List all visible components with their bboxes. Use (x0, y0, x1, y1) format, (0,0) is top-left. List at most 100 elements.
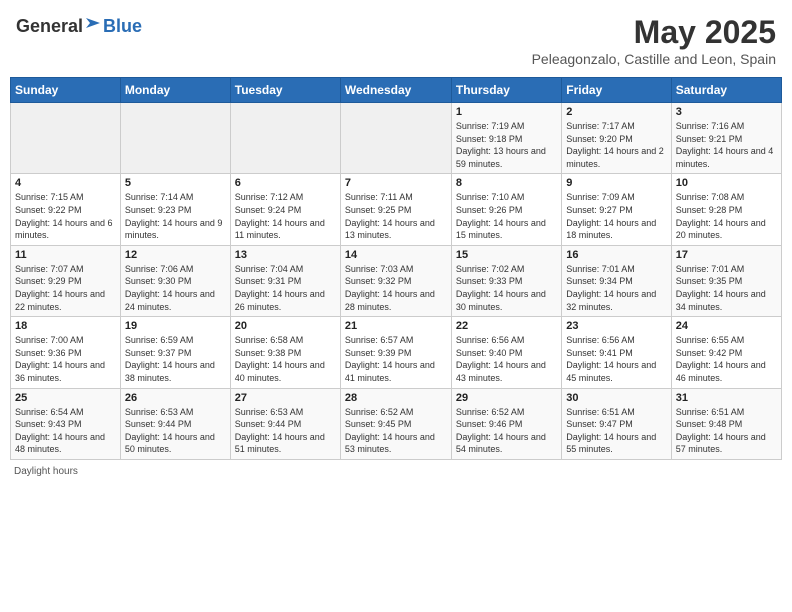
day-number: 6 (235, 177, 336, 189)
calendar-week-row: 1Sunrise: 7:19 AM Sunset: 9:18 PM Daylig… (11, 103, 782, 174)
day-info: Sunrise: 7:08 AM Sunset: 9:28 PM Dayligh… (676, 191, 777, 241)
day-number: 12 (125, 249, 226, 261)
calendar-cell: 26Sunrise: 6:53 AM Sunset: 9:44 PM Dayli… (120, 388, 230, 459)
calendar-day-header: Thursday (451, 78, 561, 103)
calendar-week-row: 4Sunrise: 7:15 AM Sunset: 9:22 PM Daylig… (11, 174, 782, 245)
day-number: 8 (456, 177, 557, 189)
calendar-cell: 31 Sunrise: 6:51 AM Sunset: 9:48 PM Dayli… (671, 388, 781, 459)
day-info: Sunrise: 7:14 AM Sunset: 9:23 PM Dayligh… (125, 191, 226, 241)
day-info: Sunrise: 7:11 AM Sunset: 9:25 PM Dayligh… (345, 191, 447, 241)
calendar-cell: 25 Sunrise: 6:54 AM Sunset: 9:43 PM Dayli… (11, 388, 121, 459)
calendar-cell: 10 Sunrise: 7:08 AM Sunset: 9:28 PM Dayli… (671, 174, 781, 245)
day-number: 9 (566, 177, 666, 189)
day-number: 15 (456, 249, 557, 261)
day-info: Sunrise: 7:10 AM Sunset: 9:26 PM Dayligh… (456, 191, 557, 241)
day-info: Sunrise: 7:07 AM Sunset: 9:29 PM Dayligh… (15, 263, 116, 313)
daylight-label: Daylight hours (14, 466, 78, 477)
logo-blue-text: Blue (103, 16, 142, 37)
day-number: 10 (676, 177, 777, 189)
day-info: Sunrise: 7:12 AM Sunset: 9:24 PM Dayligh… (235, 191, 336, 241)
day-info: Sunrise: 7:01 AM Sunset: 9:35 PM Dayligh… (676, 263, 777, 313)
day-info: Sunrise: 6:56 AM Sunset: 9:41 PM Dayligh… (566, 334, 666, 384)
calendar-cell (340, 103, 451, 174)
calendar-header-row: SundayMondayTuesdayWednesdayThursdayFrid… (11, 78, 782, 103)
page-container: General Blue May 2025 Peleagonzalo, Cast… (10, 10, 782, 477)
calendar-cell: 18Sunrise: 7:00 AM Sunset: 9:36 PM Dayli… (11, 317, 121, 388)
calendar-day-header: Monday (120, 78, 230, 103)
day-number: 3 (676, 106, 777, 118)
day-number: 13 (235, 249, 336, 261)
location-subtitle: Peleagonzalo, Castille and Leon, Spain (532, 51, 776, 67)
calendar-cell: 24Sunrise: 6:55 AM Sunset: 9:42 PM Dayli… (671, 317, 781, 388)
day-info: Sunrise: 6:52 AM Sunset: 9:45 PM Dayligh… (345, 406, 447, 456)
title-block: May 2025 Peleagonzalo, Castille and Leon… (532, 14, 776, 67)
calendar-cell: 17 Sunrise: 7:01 AM Sunset: 9:35 PM Dayli… (671, 245, 781, 316)
day-info: Sunrise: 7:04 AM Sunset: 9:31 PM Dayligh… (235, 263, 336, 313)
day-number: 18 (15, 320, 116, 332)
calendar-cell: 22 Sunrise: 6:56 AM Sunset: 9:40 PM Dayli… (451, 317, 561, 388)
calendar-cell: 16 Sunrise: 7:01 AM Sunset: 9:34 PM Dayli… (562, 245, 671, 316)
day-info: Sunrise: 7:09 AM Sunset: 9:27 PM Dayligh… (566, 191, 666, 241)
day-info: Sunrise: 7:02 AM Sunset: 9:33 PM Dayligh… (456, 263, 557, 313)
calendar-cell: 14 Sunrise: 7:03 AM Sunset: 9:32 PM Dayli… (340, 245, 451, 316)
page-header: General Blue May 2025 Peleagonzalo, Cast… (10, 10, 782, 71)
calendar-cell: 7 Sunrise: 7:11 AM Sunset: 9:25 PM Daylig… (340, 174, 451, 245)
day-info: Sunrise: 6:53 AM Sunset: 9:44 PM Dayligh… (125, 406, 226, 456)
calendar-cell: 21 Sunrise: 6:57 AM Sunset: 9:39 PM Dayli… (340, 317, 451, 388)
day-number: 22 (456, 320, 557, 332)
day-info: Sunrise: 6:54 AM Sunset: 9:43 PM Dayligh… (15, 406, 116, 456)
calendar-cell: 6 Sunrise: 7:12 AM Sunset: 9:24 PM Daylig… (230, 174, 340, 245)
calendar-cell: 3Sunrise: 7:16 AM Sunset: 9:21 PM Daylig… (671, 103, 781, 174)
logo-general-text: General (16, 16, 83, 37)
calendar-cell (11, 103, 121, 174)
day-number: 30 (566, 392, 666, 404)
day-info: Sunrise: 7:15 AM Sunset: 9:22 PM Dayligh… (15, 191, 116, 241)
day-number: 7 (345, 177, 447, 189)
calendar-table: SundayMondayTuesdayWednesdayThursdayFrid… (10, 77, 782, 460)
day-info: Sunrise: 7:06 AM Sunset: 9:30 PM Dayligh… (125, 263, 226, 313)
calendar-footer: Daylight hours (10, 466, 782, 477)
day-info: Sunrise: 6:51 AM Sunset: 9:48 PM Dayligh… (676, 406, 777, 456)
calendar-cell: 23Sunrise: 6:56 AM Sunset: 9:41 PM Dayli… (562, 317, 671, 388)
day-info: Sunrise: 6:52 AM Sunset: 9:46 PM Dayligh… (456, 406, 557, 456)
calendar-cell: 11Sunrise: 7:07 AM Sunset: 9:29 PM Dayli… (11, 245, 121, 316)
calendar-cell: 2Sunrise: 7:17 AM Sunset: 9:20 PM Daylig… (562, 103, 671, 174)
day-info: Sunrise: 6:55 AM Sunset: 9:42 PM Dayligh… (676, 334, 777, 384)
day-info: Sunrise: 6:53 AM Sunset: 9:44 PM Dayligh… (235, 406, 336, 456)
calendar-cell: 27Sunrise: 6:53 AM Sunset: 9:44 PM Dayli… (230, 388, 340, 459)
calendar-cell: 1Sunrise: 7:19 AM Sunset: 9:18 PM Daylig… (451, 103, 561, 174)
calendar-cell: 15 Sunrise: 7:02 AM Sunset: 9:33 PM Dayli… (451, 245, 561, 316)
day-number: 19 (125, 320, 226, 332)
day-number: 1 (456, 106, 557, 118)
calendar-week-row: 11Sunrise: 7:07 AM Sunset: 9:29 PM Dayli… (11, 245, 782, 316)
calendar-cell: 20Sunrise: 6:58 AM Sunset: 9:38 PM Dayli… (230, 317, 340, 388)
day-number: 14 (345, 249, 447, 261)
day-info: Sunrise: 6:59 AM Sunset: 9:37 PM Dayligh… (125, 334, 226, 384)
logo: General Blue (16, 14, 142, 37)
day-number: 31 (676, 392, 777, 404)
day-number: 21 (345, 320, 447, 332)
calendar-cell: 8 Sunrise: 7:10 AM Sunset: 9:26 PM Daylig… (451, 174, 561, 245)
day-info: Sunrise: 6:57 AM Sunset: 9:39 PM Dayligh… (345, 334, 447, 384)
day-info: Sunrise: 6:56 AM Sunset: 9:40 PM Dayligh… (456, 334, 557, 384)
calendar-week-row: 25 Sunrise: 6:54 AM Sunset: 9:43 PM Dayli… (11, 388, 782, 459)
calendar-day-header: Tuesday (230, 78, 340, 103)
calendar-cell: 29Sunrise: 6:52 AM Sunset: 9:46 PM Dayli… (451, 388, 561, 459)
day-info: Sunrise: 7:03 AM Sunset: 9:32 PM Dayligh… (345, 263, 447, 313)
day-number: 25 (15, 392, 116, 404)
calendar-cell: 9 Sunrise: 7:09 AM Sunset: 9:27 PM Daylig… (562, 174, 671, 245)
calendar-cell: 12 Sunrise: 7:06 AM Sunset: 9:30 PM Dayli… (120, 245, 230, 316)
day-number: 17 (676, 249, 777, 261)
calendar-cell (120, 103, 230, 174)
day-number: 16 (566, 249, 666, 261)
logo-arrow-icon (84, 14, 102, 32)
calendar-cell: 19 Sunrise: 6:59 AM Sunset: 9:37 PM Dayli… (120, 317, 230, 388)
calendar-cell (230, 103, 340, 174)
calendar-cell: 4Sunrise: 7:15 AM Sunset: 9:22 PM Daylig… (11, 174, 121, 245)
day-info: Sunrise: 6:58 AM Sunset: 9:38 PM Dayligh… (235, 334, 336, 384)
day-info: Sunrise: 6:51 AM Sunset: 9:47 PM Dayligh… (566, 406, 666, 456)
calendar-week-row: 18Sunrise: 7:00 AM Sunset: 9:36 PM Dayli… (11, 317, 782, 388)
calendar-day-header: Sunday (11, 78, 121, 103)
calendar-cell: 13 Sunrise: 7:04 AM Sunset: 9:31 PM Dayli… (230, 245, 340, 316)
day-info: Sunrise: 7:01 AM Sunset: 9:34 PM Dayligh… (566, 263, 666, 313)
